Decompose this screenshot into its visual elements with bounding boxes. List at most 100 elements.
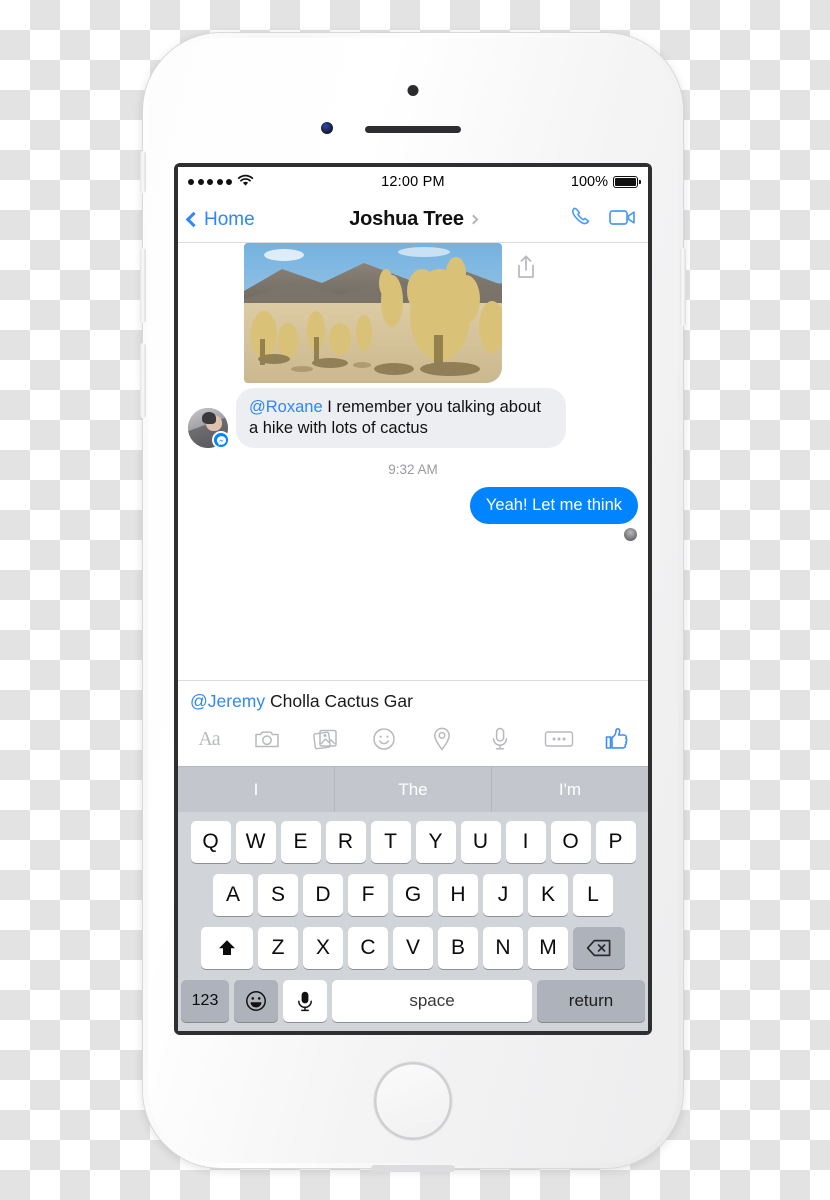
status-bar-right: 100% [490, 174, 642, 190]
incoming-message-bubble[interactable]: @Roxane I remember you talking about a h… [236, 388, 566, 449]
key-w[interactable]: W [235, 821, 276, 863]
numeric-keyboard-button[interactable]: 123 [181, 980, 229, 1022]
read-receipt-avatar [624, 528, 637, 542]
mute-switch-button[interactable] [140, 151, 146, 193]
key-l[interactable]: L [573, 874, 613, 916]
conversation-title-button[interactable]: Joshua Tree [323, 208, 503, 231]
key-b[interactable]: B [438, 927, 478, 969]
message-composer: @Jeremy Cholla Cactus Gar Aa [178, 680, 648, 766]
composer-input-value: Cholla Cactus Gar [265, 691, 413, 711]
key-i[interactable]: I [505, 821, 546, 863]
key-d[interactable]: D [303, 874, 343, 916]
volume-up-button[interactable] [140, 248, 146, 323]
home-button[interactable] [374, 1062, 452, 1140]
prediction-1[interactable]: The [335, 767, 492, 812]
conversation-title: Joshua Tree [349, 208, 464, 230]
prediction-0[interactable]: I [178, 767, 335, 812]
status-bar-left [188, 174, 337, 191]
back-button[interactable]: Home [185, 208, 323, 231]
phone-screen: 12:00 PM 100% Home Joshua Tree @Roxane I… [178, 167, 648, 1031]
messenger-badge-icon [212, 431, 230, 450]
read-receipt-row [188, 528, 638, 542]
return-key[interactable]: return [537, 980, 645, 1022]
key-a[interactable]: A [213, 874, 253, 916]
key-s[interactable]: S [258, 874, 298, 916]
screen-bezel: 12:00 PM 100% Home Joshua Tree @Roxane I… [174, 163, 652, 1035]
on-screen-keyboard: I The I'm Q W E R T Y U I O P A S D F G … [178, 766, 648, 1031]
key-e[interactable]: E [280, 821, 321, 863]
back-button-label: Home [204, 208, 255, 230]
battery-icon [613, 176, 642, 188]
message-mention[interactable]: @Roxane [249, 398, 323, 416]
more-options-icon[interactable] [542, 724, 576, 754]
message-input[interactable]: @Jeremy Cholla Cactus Gar [190, 691, 636, 722]
battery-percent-label: 100% [570, 174, 608, 190]
keyboard-row-1: Q W E R T Y U I O P [181, 821, 645, 863]
message-thread[interactable]: @Roxane I remember you talking about a h… [178, 243, 648, 680]
video-camera-icon[interactable] [608, 205, 638, 234]
volume-down-button[interactable] [140, 343, 146, 418]
key-v[interactable]: V [393, 927, 433, 969]
predictive-text-bar: I The I'm [178, 766, 648, 812]
text-format-icon[interactable]: Aa [192, 724, 226, 754]
dictation-microphone-icon[interactable] [283, 980, 327, 1022]
key-f[interactable]: F [348, 874, 388, 916]
text-format-label: Aa [198, 727, 220, 750]
key-c[interactable]: C [348, 927, 388, 969]
avatar[interactable] [188, 408, 230, 450]
chevron-right-icon [468, 214, 479, 225]
key-x[interactable]: X [303, 927, 343, 969]
proximity-sensor-icon [321, 122, 333, 134]
prediction-2[interactable]: I'm [492, 767, 648, 812]
key-y[interactable]: Y [415, 821, 456, 863]
shift-arrow-icon[interactable] [201, 927, 253, 969]
sticker-smiley-icon[interactable] [367, 724, 401, 754]
incoming-message-row: @Roxane I remember you talking about a h… [188, 388, 638, 450]
earpiece-speaker [365, 126, 461, 133]
key-z[interactable]: Z [258, 927, 298, 969]
navigation-bar: Home Joshua Tree [178, 197, 648, 243]
key-j[interactable]: J [483, 874, 523, 916]
emoji-smiley-icon[interactable] [234, 980, 278, 1022]
outgoing-message-bubble[interactable]: Yeah! Let me think [469, 487, 638, 525]
location-pin-icon[interactable] [425, 724, 459, 754]
message-timestamp: 9:32 AM [388, 462, 438, 478]
composer-mention: @Jeremy [190, 691, 266, 711]
space-key[interactable]: space [332, 980, 532, 1022]
camera-icon[interactable] [250, 724, 284, 754]
key-r[interactable]: R [325, 821, 366, 863]
key-g[interactable]: G [393, 874, 433, 916]
wifi-icon [237, 174, 254, 191]
chevron-left-icon [185, 211, 202, 228]
keyboard-row-4: 123 space return [181, 980, 645, 1022]
cactus-photo-attachment[interactable] [244, 243, 502, 383]
key-h[interactable]: H [438, 874, 478, 916]
share-icon[interactable] [514, 253, 538, 286]
microphone-icon[interactable] [483, 724, 517, 754]
key-o[interactable]: O [550, 821, 591, 863]
phone-icon[interactable] [568, 204, 594, 235]
key-n[interactable]: N [483, 927, 523, 969]
key-k[interactable]: K [528, 874, 568, 916]
key-t[interactable]: T [370, 821, 411, 863]
iphone-device: 12:00 PM 100% Home Joshua Tree @Roxane I… [140, 33, 686, 1172]
key-u[interactable]: U [460, 821, 501, 863]
keyboard-rows: Q W E R T Y U I O P A S D F G H J K L Z … [178, 812, 648, 1031]
status-bar-time: 12:00 PM [381, 174, 445, 190]
outgoing-message-row: Yeah! Let me think [188, 487, 638, 525]
photos-icon[interactable] [309, 724, 343, 754]
status-bar: 12:00 PM 100% [178, 167, 648, 197]
keyboard-row-3: Z X C V B N M [181, 927, 645, 969]
thumbs-up-icon[interactable] [600, 724, 634, 754]
backspace-icon[interactable] [573, 927, 625, 969]
power-button[interactable] [680, 248, 686, 326]
key-p[interactable]: P [595, 821, 636, 863]
keyboard-row-2: A S D F G H J K L [181, 874, 645, 916]
key-m[interactable]: M [528, 927, 568, 969]
photo-message-row [188, 243, 638, 383]
key-q[interactable]: Q [190, 821, 231, 863]
navigation-actions [503, 204, 638, 235]
signal-strength-icon [188, 179, 232, 185]
front-camera-icon [407, 85, 419, 96]
composer-toolbar: Aa [190, 722, 636, 760]
